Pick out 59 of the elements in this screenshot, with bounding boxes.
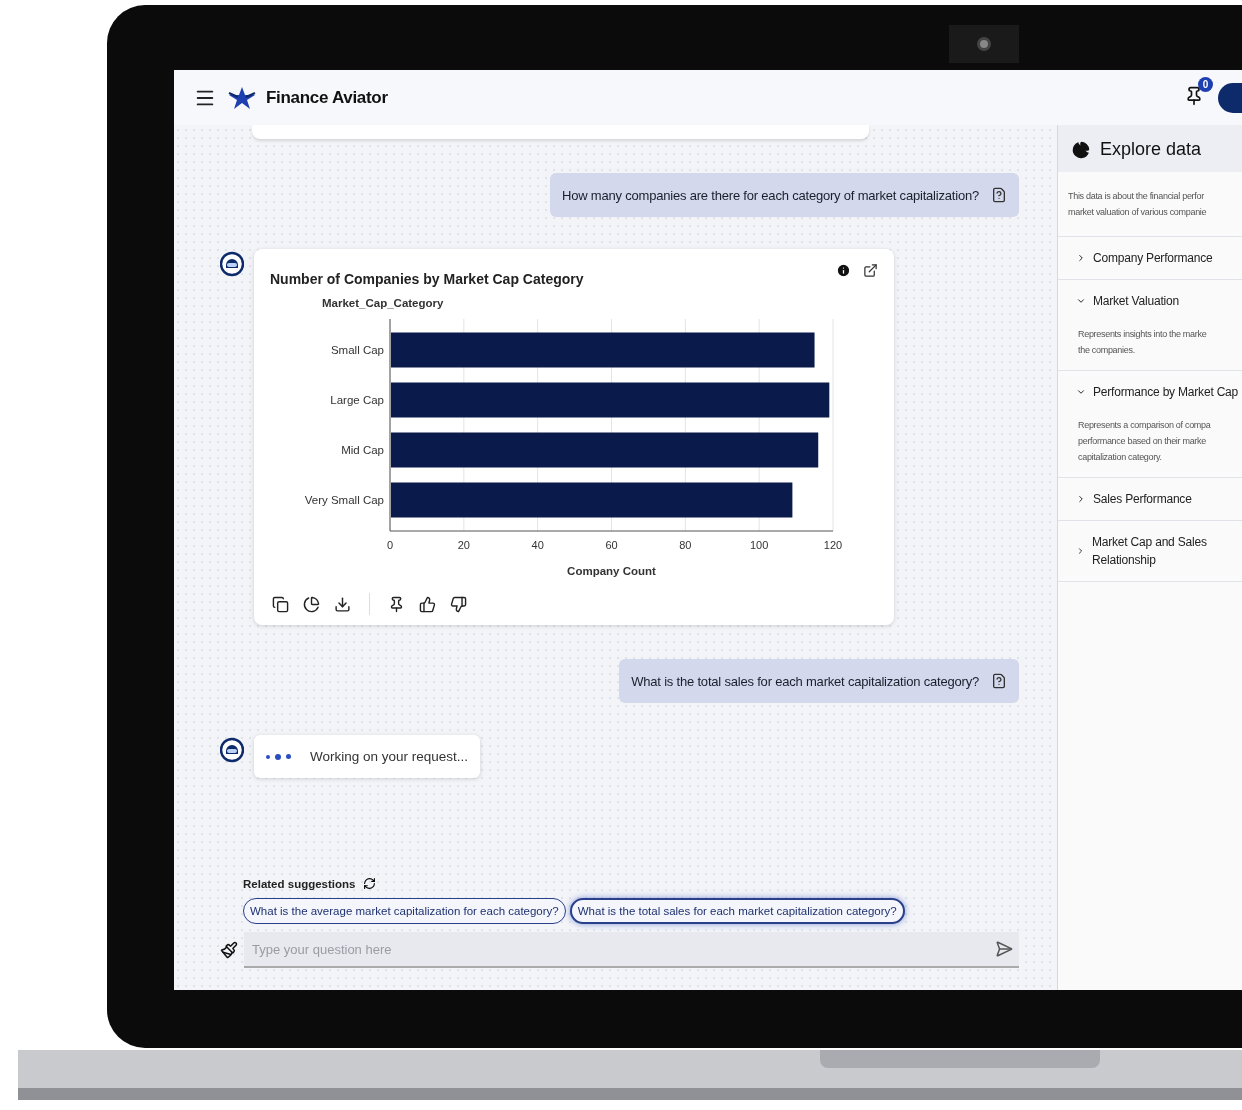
topic-label: Performance by Market Cap (1093, 384, 1239, 401)
topic-label: Sales Performance (1093, 491, 1192, 508)
tick-label: 40 (531, 539, 544, 551)
info-icon[interactable] (836, 263, 851, 278)
status-text: Working on your request... (310, 749, 469, 764)
category-label: Small Cap (330, 344, 384, 356)
refresh-icon[interactable] (363, 877, 377, 890)
count-badge: 0 (1198, 76, 1213, 92)
topic-label: Market Cap and Sales Relationship (1092, 534, 1208, 569)
message-text: How many companies are there for each category of market capitalization? (562, 187, 979, 203)
tick-label: 80 (679, 539, 692, 551)
tick-label: 20 (457, 539, 470, 551)
question-field[interactable]: Type your question here (244, 932, 1019, 968)
star-logo-icon (228, 85, 256, 110)
axis-title: Market_Cap_Category (322, 297, 444, 309)
chevron-down-icon (1076, 296, 1086, 306)
bot-avatar-icon (220, 737, 244, 763)
chevron-right-icon (1076, 546, 1085, 556)
app-title: Finance Aviator (266, 87, 388, 108)
category-label: Large Cap (330, 394, 384, 406)
category-label: Mid Cap (341, 444, 384, 456)
description-text: the companies. (1078, 344, 1136, 357)
topic-item[interactable]: Market Cap and Sales Relationship (1058, 521, 1242, 582)
axis-title: Company Count (567, 565, 656, 577)
suggestions-label: Related suggestions (243, 877, 356, 890)
question-input[interactable]: Type your question here (250, 940, 995, 958)
tick-label: 0 (386, 539, 394, 551)
topic-item[interactable]: Sales Performance (1058, 478, 1242, 521)
tick-label: 100 (750, 539, 769, 551)
description-text: performance based on their marke (1078, 435, 1207, 448)
chevron-down-icon (1076, 387, 1086, 397)
suggestion-chip[interactable]: What is the average market capitalization for each category? (243, 898, 566, 924)
topic-item[interactable]: Market Valuation (1058, 280, 1242, 322)
category-label: Very Small Cap (304, 494, 384, 506)
topic-label: Market Valuation (1093, 293, 1179, 310)
description-text: Represents insights into the marke (1078, 328, 1208, 341)
tick-label: 60 (605, 539, 618, 551)
brush-icon[interactable] (220, 941, 238, 959)
send-icon[interactable] (995, 940, 1013, 958)
topic-label: Company Performance (1093, 250, 1213, 267)
chevron-right-icon (1076, 494, 1086, 504)
panel-title: Explore data (1100, 139, 1202, 160)
topic-item[interactable]: Performance by Market Cap (1058, 371, 1242, 413)
message-text: What is the total sales for each market capitalization category? (631, 673, 979, 689)
description-text: capitalization category. (1078, 451, 1163, 464)
suggestion-chip[interactable]: What is the total sales for each market capitalization category? (569, 898, 905, 924)
topic-item[interactable]: Company Performance (1058, 237, 1242, 280)
tick-label: 120 (823, 539, 843, 551)
pin-icon[interactable] (1184, 85, 1204, 106)
bot-avatar-icon (220, 251, 244, 277)
description-text: market valuation of various companie (1068, 206, 1208, 219)
camera-icon (949, 25, 1019, 63)
description-text: This data is about the financial perfor (1068, 190, 1205, 203)
user-avatar[interactable] (1218, 82, 1242, 113)
chevron-right-icon (1076, 253, 1086, 263)
description-text: Represents a comparison of compa (1078, 419, 1212, 432)
expand-icon[interactable] (863, 263, 878, 278)
chart-title: Number of Companies by Market Cap Category (270, 271, 584, 287)
pie-chart-icon (1072, 140, 1090, 159)
